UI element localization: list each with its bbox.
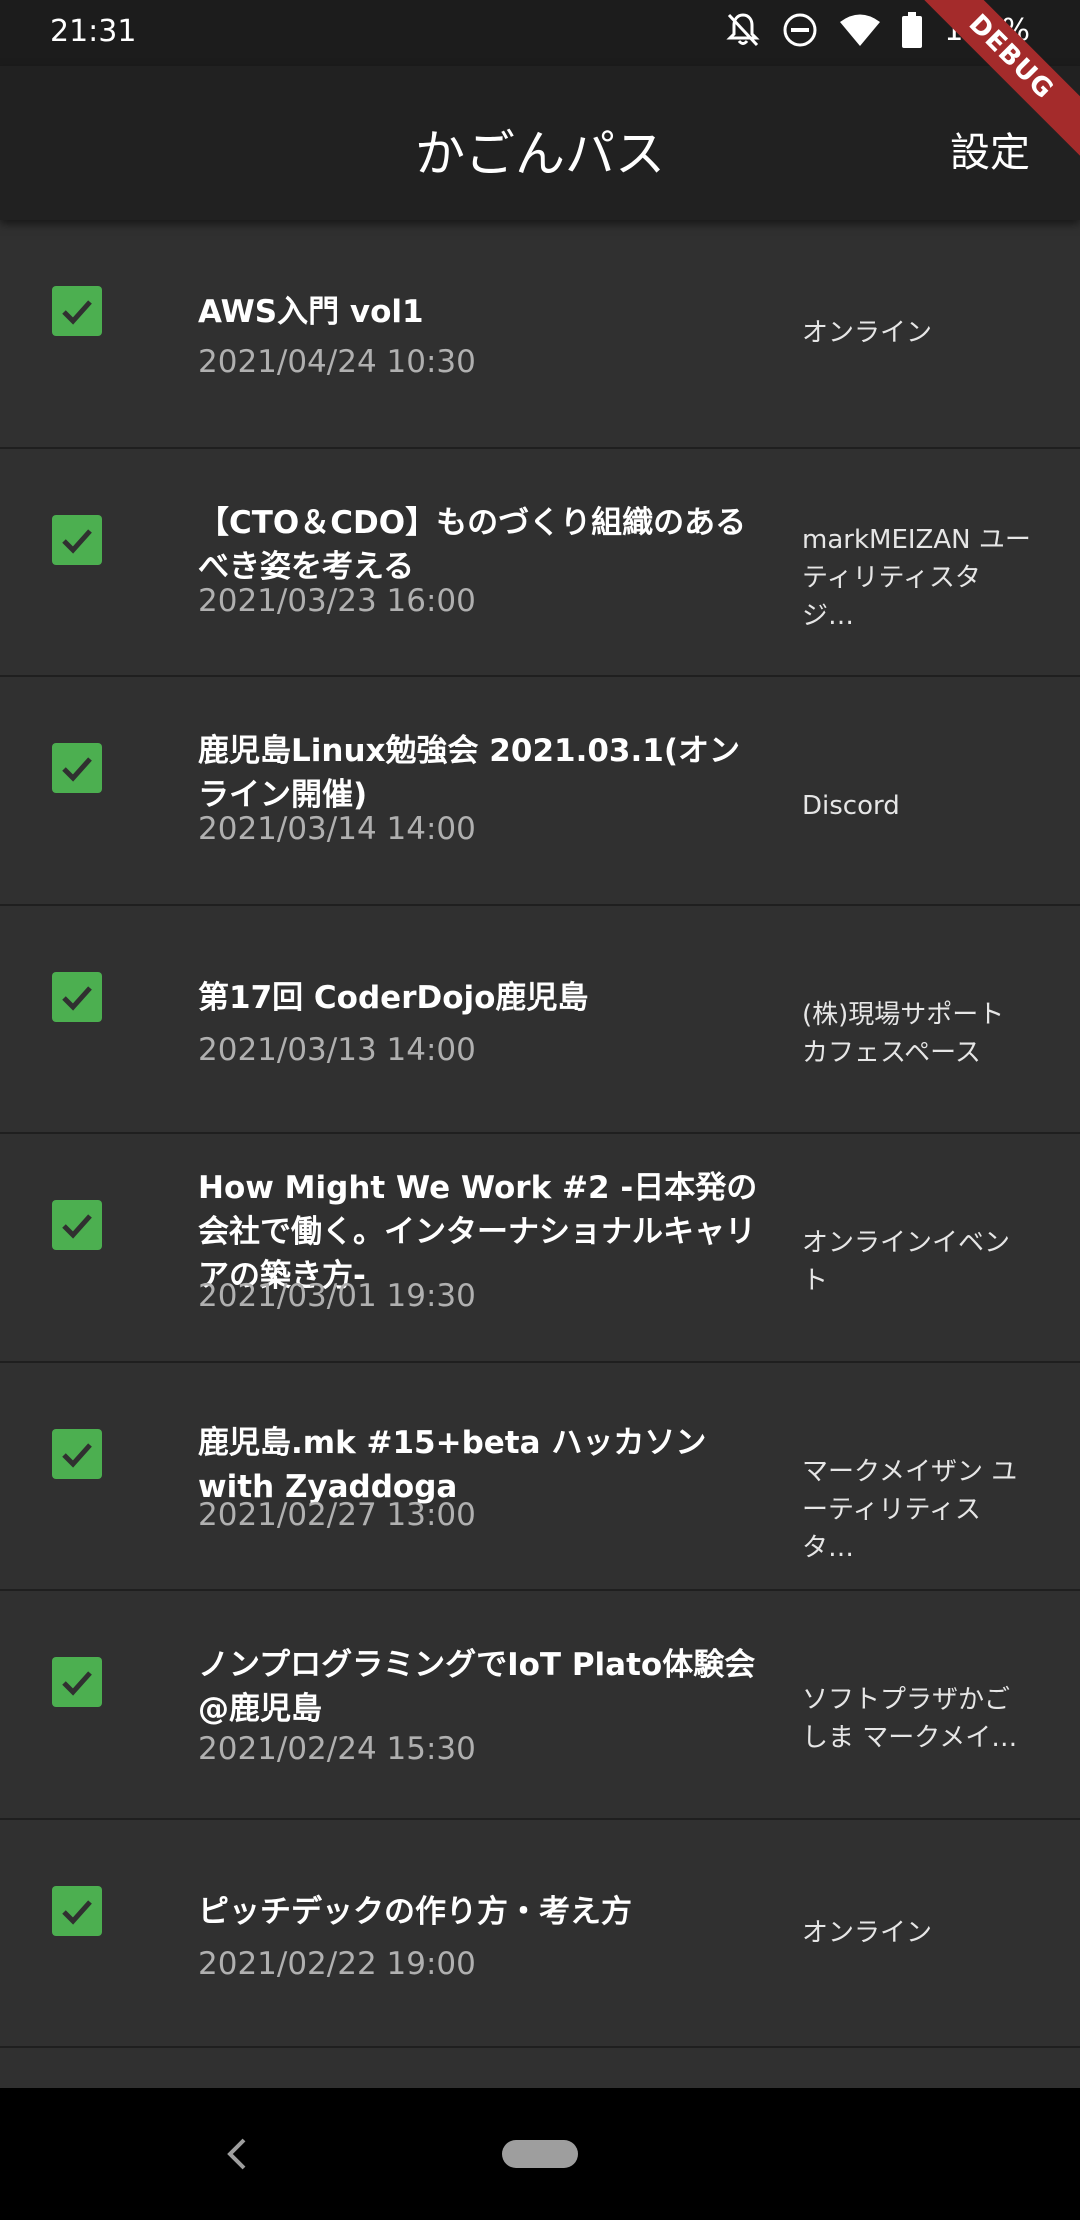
event-row[interactable]: 鹿児島Linux勉強会 2021.03.1(オンライン開催) 2021/03/14… <box>0 677 1080 906</box>
event-row[interactable]: 鹿児島.mk #15+beta ハッカソン with Zyaddoga 2021/… <box>0 1362 1080 1591</box>
event-venue: マークメイザン ユーティリティスタ… <box>802 1456 1018 1563</box>
event-date: 2021/02/24 15:30 <box>198 1731 476 1767</box>
back-icon[interactable] <box>222 2134 252 2178</box>
event-date: 2021/03/13 14:00 <box>198 1031 476 1068</box>
event-row[interactable]: 【CTO＆CDO】ものづくり組織のあるべき姿を考える 2021/03/23 16:… <box>0 448 1080 677</box>
home-pill[interactable] <box>502 2140 578 2168</box>
check-icon <box>62 1671 92 1696</box>
event-date: 2021/03/01 19:30 <box>198 1278 476 1314</box>
page-title: かごんパス <box>415 125 665 183</box>
event-date: 2021/02/27 13:00 <box>198 1496 476 1533</box>
check-icon <box>62 528 92 554</box>
event-date: 2021/04/24 10:30 <box>198 344 476 380</box>
status-bar: 21:31 100% <box>0 0 1080 66</box>
attendance-checkbox[interactable] <box>52 286 102 336</box>
event-row[interactable]: ピッチデックの作り方・考え方 2021/02/22 19:00 オンライン <box>0 1819 1080 2048</box>
check-icon <box>62 1899 92 1925</box>
attendance-checkbox[interactable] <box>52 1428 102 1479</box>
attendance-checkbox[interactable] <box>52 1200 102 1250</box>
check-icon <box>62 1442 92 1468</box>
event-venue: オンライン <box>802 1917 933 1948</box>
event-title: 鹿児島Linux勉強会 2021.03.1(オンライン開催) <box>198 733 741 813</box>
attendance-checkbox[interactable] <box>52 1885 102 1936</box>
app-bar: かごんパス 設定 <box>0 66 1080 220</box>
event-row[interactable]: ノンプログラミングでIoT Plato体験会@鹿児島 2021/02/24 15:… <box>0 1591 1080 1820</box>
do-not-disturb-icon <box>782 12 818 48</box>
wifi-icon <box>840 13 881 47</box>
event-title: 【CTO＆CDO】ものづくり組織のあるべき姿を考える <box>198 504 747 585</box>
event-date: 2021/02/22 19:00 <box>198 1945 476 1982</box>
navigation-bar <box>0 2088 1080 2220</box>
event-title: ピッチデックの作り方・考え方 <box>198 1893 632 1930</box>
event-venue: Discord <box>802 791 900 821</box>
event-venue: markMEIZAN ユーティリティスタジ… <box>802 524 1031 631</box>
check-icon <box>62 300 92 325</box>
attendance-checkbox[interactable] <box>52 971 102 1022</box>
settings-button[interactable]: 設定 <box>950 120 1030 178</box>
event-row[interactable]: AWS入門 vol1 2021/04/24 10:30 オンライン <box>0 220 1080 449</box>
event-list: AWS入門 vol1 2021/04/24 10:30 オンライン 【CTO＆CDO】… <box>0 220 1080 2048</box>
event-row[interactable]: 第17回 CoderDojo鹿児島 2021/03/13 14:00 (株)現場サポ… <box>0 905 1080 1134</box>
notifications-off-icon <box>726 12 760 48</box>
event-date: 2021/03/14 14:00 <box>198 811 476 847</box>
check-icon <box>62 985 92 1011</box>
event-row[interactable]: How Might We Work #2 -日本発の会社で働く。インターナショナ… <box>0 1134 1080 1363</box>
event-venue: ソフトプラザかごしま マークメイ… <box>802 1685 1018 1753</box>
event-venue: オンライン <box>802 318 933 348</box>
battery-icon <box>902 12 923 48</box>
check-icon <box>62 1214 92 1239</box>
attendance-checkbox[interactable] <box>52 1657 102 1707</box>
status-time: 21:31 <box>50 14 137 49</box>
attendance-checkbox[interactable] <box>52 514 102 565</box>
event-venue: (株)現場サポート カフェスペース <box>802 999 1005 1068</box>
event-title: ノンプログラミングでIoT Plato体験会@鹿児島 <box>198 1647 756 1727</box>
event-title: AWS入門 vol1 <box>198 294 424 330</box>
event-date: 2021/03/23 16:00 <box>198 582 476 619</box>
event-venue: オンラインイベント <box>802 1228 1011 1296</box>
attendance-checkbox[interactable] <box>52 743 102 793</box>
event-title: 第17回 CoderDojo鹿児島 <box>198 979 589 1016</box>
check-icon <box>62 757 92 782</box>
